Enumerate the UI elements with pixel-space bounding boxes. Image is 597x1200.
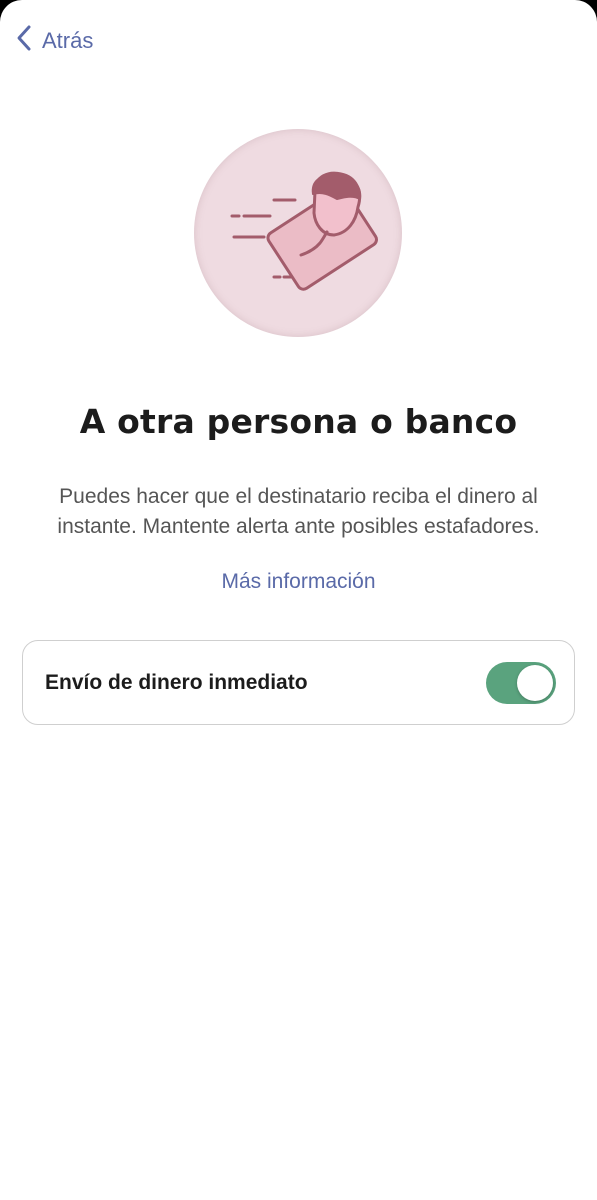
- chevron-left-icon: [14, 22, 36, 59]
- description-text: Puedes hacer que el destinatario reciba …: [57, 485, 540, 538]
- instant-transfer-setting: Envío de dinero inmediato: [22, 640, 575, 725]
- send-money-illustration: [194, 129, 402, 337]
- back-label: Atrás: [42, 27, 94, 53]
- instant-transfer-toggle[interactable]: [486, 661, 556, 704]
- back-button[interactable]: Atrás: [14, 22, 93, 59]
- page-title: A otra persona o banco: [79, 402, 518, 441]
- instant-transfer-label: Envío de dinero inmediato: [45, 670, 308, 694]
- more-info-link[interactable]: Más información: [0, 570, 597, 594]
- send-money-to-person-icon: [230, 171, 378, 291]
- toggle-knob: [517, 664, 553, 701]
- screen: Atrás A otra persona o banco Puedes hace…: [0, 0, 597, 1200]
